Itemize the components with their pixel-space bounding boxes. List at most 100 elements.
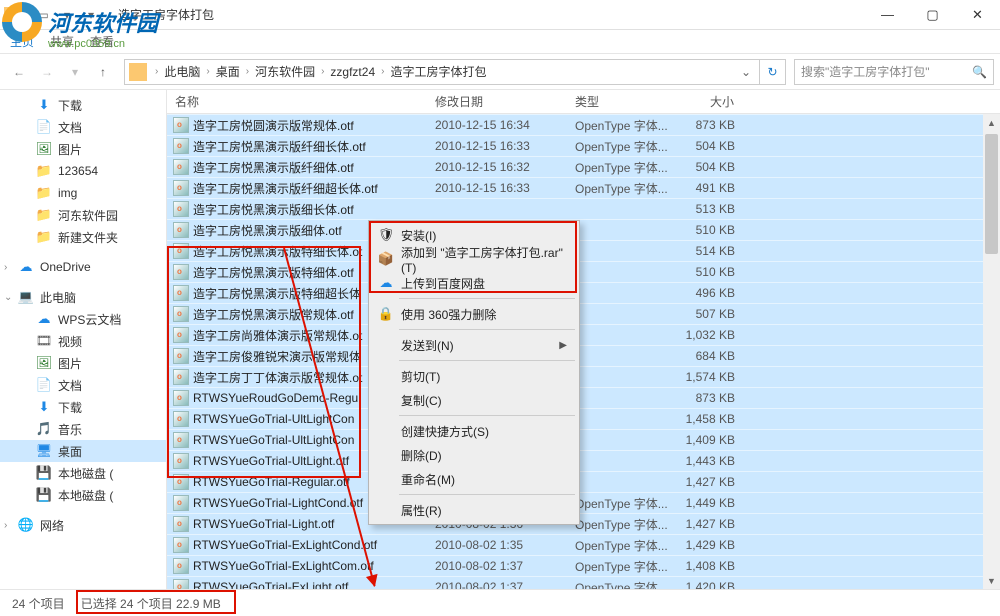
close-button[interactable]: ✕: [955, 0, 1000, 30]
chevron-right-icon[interactable]: ›: [242, 66, 253, 77]
tree-expand-icon[interactable]: ›: [4, 520, 7, 531]
ctx-cut[interactable]: 剪切(T): [371, 364, 577, 388]
breadcrumb-segment[interactable]: 桌面: [214, 63, 242, 80]
ctx-360-delete[interactable]: 🔒 使用 360强力删除: [371, 302, 577, 326]
ctx-add-rar[interactable]: 📦 添加到 "造字工房字体打包.rar"(T): [371, 247, 577, 271]
file-row[interactable]: RTWSYueGoTrial-ExLightCond.otf2010-08-02…: [167, 534, 1000, 555]
address-bar[interactable]: › 此电脑 › 桌面 › 河东软件园 › zzgfzt24 › 造字工房字体打包…: [124, 59, 786, 85]
nav-recent-dropdown[interactable]: ▾: [62, 59, 88, 85]
tree-item[interactable]: ⌄💻此电脑: [0, 286, 166, 308]
tree-expand-icon[interactable]: ›: [4, 262, 7, 273]
file-row[interactable]: RTWSYueGoTrial-UltLight.otf1,443 KB: [167, 450, 1000, 471]
tree-item[interactable]: 🖥桌面: [0, 440, 166, 462]
maximize-button[interactable]: ▢: [910, 0, 955, 30]
refresh-button[interactable]: ↻: [759, 59, 785, 85]
scrollbar-vertical[interactable]: ▲ ▼: [983, 114, 1000, 589]
file-row[interactable]: 造字工房悦黑演示版细长体.otf513 KB: [167, 198, 1000, 219]
file-row[interactable]: 造字工房俊雅锐宋演示版常规体684 KB: [167, 345, 1000, 366]
tree-item[interactable]: 🖼图片: [0, 138, 166, 160]
font-file-icon: [173, 138, 189, 154]
ribbon-tab-share[interactable]: 共享: [50, 33, 74, 50]
ribbon-tab-home[interactable]: 主页: [10, 33, 34, 50]
chevron-right-icon[interactable]: ›: [151, 66, 162, 77]
column-size[interactable]: 大小: [667, 93, 747, 110]
file-row[interactable]: 造字工房悦黑演示版纤细体.otf2010-12-15 16:32OpenType…: [167, 156, 1000, 177]
ctx-rename[interactable]: 重命名(M): [371, 467, 577, 491]
breadcrumb-segment[interactable]: 河东软件园: [253, 63, 317, 80]
qat-customize-icon[interactable]: ▾: [80, 4, 102, 26]
column-type[interactable]: 类型: [567, 93, 667, 110]
breadcrumb-segment[interactable]: 此电脑: [162, 63, 202, 80]
file-row[interactable]: RTWSYueRoudGoDemo-Regu873 KB: [167, 387, 1000, 408]
file-row[interactable]: RTWSYueGoTrial-UltLightCon1,409 KB: [167, 429, 1000, 450]
ctx-properties[interactable]: 属性(R): [371, 498, 577, 522]
breadcrumb-segment[interactable]: zzgfzt24: [328, 65, 377, 79]
tree-item[interactable]: ›☁OneDrive: [0, 256, 166, 278]
file-row[interactable]: 造字工房悦黑演示版特细长体.ot514 KB: [167, 240, 1000, 261]
tree-item[interactable]: 📄文档: [0, 116, 166, 138]
tree-item[interactable]: 🖼图片: [0, 352, 166, 374]
tree-item[interactable]: 📁新建文件夹: [0, 226, 166, 248]
tree-item[interactable]: 🎵音乐: [0, 418, 166, 440]
ctx-shortcut[interactable]: 创建快捷方式(S): [371, 419, 577, 443]
ribbon-tab-view[interactable]: 查看: [90, 33, 114, 50]
qat-newfolder-icon[interactable]: ▾: [56, 4, 78, 26]
file-row[interactable]: RTWSYueGoTrial-ExLight.otf2010-08-02 1:3…: [167, 576, 1000, 589]
scroll-down-icon[interactable]: ▼: [983, 572, 1000, 589]
chevron-right-icon[interactable]: ›: [377, 66, 388, 77]
column-date[interactable]: 修改日期: [427, 93, 567, 110]
file-list[interactable]: 造字工房悦圆演示版常规体.otf2010-12-15 16:34OpenType…: [167, 114, 1000, 589]
tree-item[interactable]: ☁WPS云文档: [0, 308, 166, 330]
tree-item[interactable]: 📁123654: [0, 160, 166, 182]
file-row[interactable]: 造字工房尚雅体演示版常规体.ot1,032 KB: [167, 324, 1000, 345]
file-row[interactable]: RTWSYueGoTrial-ExLightCom.otf2010-08-02 …: [167, 555, 1000, 576]
ctx-send-to[interactable]: 发送到(N) ▶: [371, 333, 577, 357]
file-row[interactable]: 造字工房悦圆演示版常规体.otf2010-12-15 16:34OpenType…: [167, 114, 1000, 135]
file-row[interactable]: 造字工房悦黑演示版细体.otf510 KB: [167, 219, 1000, 240]
file-row[interactable]: 造字工房悦黑演示版纤细超长体.otf2010-12-15 16:33OpenTy…: [167, 177, 1000, 198]
search-box[interactable]: 搜索"造字工房字体打包" 🔍: [794, 59, 994, 85]
ctx-baidu-upload[interactable]: ☁ 上传到百度网盘: [371, 271, 577, 295]
tree-item[interactable]: 📁img: [0, 182, 166, 204]
tree-item[interactable]: 💾本地磁盘 (: [0, 462, 166, 484]
tree-item[interactable]: ›🌐网络: [0, 514, 166, 536]
scroll-thumb[interactable]: [985, 134, 998, 254]
file-row[interactable]: 造字工房丁丁体演示版常规体.ot1,574 KB: [167, 366, 1000, 387]
chevron-right-icon[interactable]: ›: [202, 66, 213, 77]
minimize-button[interactable]: —: [865, 0, 910, 30]
ctx-delete[interactable]: 删除(D): [371, 443, 577, 467]
nav-up-button[interactable]: ↑: [90, 59, 116, 85]
file-row[interactable]: 造字工房悦黑演示版特细体.otf510 KB: [167, 261, 1000, 282]
file-size: 1,429 KB: [667, 538, 747, 552]
file-date: 2010-08-02 1:37: [427, 580, 567, 589]
qat-properties-icon[interactable]: ▭: [32, 4, 54, 26]
nav-back-button[interactable]: ←: [6, 59, 32, 85]
tree-item[interactable]: 💾本地磁盘 (: [0, 484, 166, 506]
breadcrumb-segment[interactable]: 造字工房字体打包: [388, 63, 488, 80]
file-date: 2010-12-15 16:33: [427, 181, 567, 195]
tree-item[interactable]: 🎞视频: [0, 330, 166, 352]
column-name[interactable]: 名称: [167, 93, 427, 110]
file-row[interactable]: RTWSYueGoTrial-LightCond.otf2010-08-02 1…: [167, 492, 1000, 513]
tree-item[interactable]: ⬇下载: [0, 396, 166, 418]
ctx-copy[interactable]: 复制(C): [371, 388, 577, 412]
tree-item[interactable]: ⬇下载: [0, 94, 166, 116]
file-row[interactable]: RTWSYueGoTrial-Regular.otf1,427 KB: [167, 471, 1000, 492]
status-item-count: 24 个项目: [12, 595, 65, 612]
file-row[interactable]: 造字工房悦黑演示版常规体.otf507 KB: [167, 303, 1000, 324]
tree-expand-icon[interactable]: ⌄: [4, 292, 12, 303]
nav-forward-button[interactable]: →: [34, 59, 60, 85]
chevron-right-icon[interactable]: ›: [317, 66, 328, 77]
separator: [399, 360, 575, 361]
tree-item[interactable]: 📁河东软件园: [0, 204, 166, 226]
scroll-up-icon[interactable]: ▲: [983, 114, 1000, 131]
file-row[interactable]: 造字工房悦黑演示版纤细长体.otf2010-12-15 16:33OpenTyp…: [167, 135, 1000, 156]
file-type: OpenType 字体...: [567, 117, 667, 134]
file-row[interactable]: 造字工房悦黑演示版特细超长体496 KB: [167, 282, 1000, 303]
file-row[interactable]: RTWSYueGoTrial-UltLightCon1,458 KB: [167, 408, 1000, 429]
tree-node-icon: 🖥: [36, 443, 52, 459]
file-row[interactable]: RTWSYueGoTrial-Light.otf2010-08-02 1:36O…: [167, 513, 1000, 534]
shield-icon: 🛡: [377, 226, 395, 244]
tree-item[interactable]: 📄文档: [0, 374, 166, 396]
address-dropdown-icon[interactable]: ⌄: [733, 65, 759, 79]
